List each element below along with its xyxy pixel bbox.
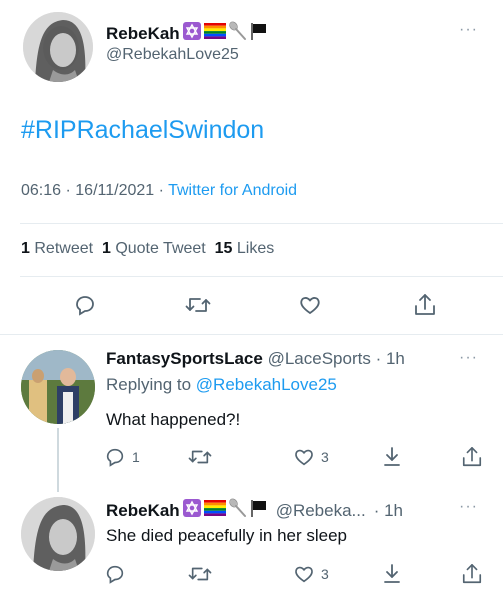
- like-icon[interactable]: [298, 293, 322, 317]
- main-author-avatar[interactable]: [23, 12, 93, 82]
- share-icon[interactable]: [461, 444, 483, 470]
- main-more-options-icon[interactable]: ···: [459, 21, 478, 39]
- time-separator: ·: [65, 182, 71, 199]
- reply-author-avatar[interactable]: [21, 497, 95, 571]
- like-icon: [293, 446, 315, 468]
- quotes-stat[interactable]: 1 Quote Tweet: [102, 240, 206, 257]
- black-flag-emoji-icon: [250, 498, 268, 523]
- like-action[interactable]: 3: [293, 563, 329, 585]
- divider: [20, 276, 503, 277]
- retweets-count: 1: [21, 240, 30, 257]
- reply-author-name[interactable]: FantasySportsLace: [106, 349, 263, 368]
- reply-icon[interactable]: [73, 293, 97, 317]
- replying-to-prefix: Replying to: [106, 375, 192, 394]
- retweet-icon[interactable]: [188, 563, 212, 585]
- spoon-emoji-icon: [228, 498, 248, 523]
- black-flag-emoji-icon: [250, 21, 268, 46]
- retweets-label: Retweet: [34, 240, 94, 257]
- reply-more-options-icon[interactable]: ···: [459, 349, 478, 367]
- bookmark-download-icon[interactable]: [381, 562, 403, 586]
- likes-stat[interactable]: 15 Likes: [215, 240, 275, 257]
- star-of-david-emoji-icon: [182, 21, 202, 46]
- reply-more-options-icon[interactable]: ···: [459, 498, 478, 516]
- divider: [0, 334, 503, 335]
- reply-icon[interactable]: [104, 563, 126, 585]
- share-icon[interactable]: [413, 292, 437, 318]
- divider: [20, 223, 503, 224]
- reply-action[interactable]: 1: [104, 446, 140, 468]
- quotes-label: Quote Tweet: [115, 240, 206, 257]
- date-separator: ·: [158, 182, 164, 199]
- reply-text[interactable]: What happened?!: [106, 410, 240, 430]
- reply-author-name[interactable]: RebeKah: [106, 501, 180, 521]
- like-count: 3: [321, 449, 329, 465]
- star-of-david-emoji-icon: [182, 498, 202, 523]
- main-tweet-text[interactable]: #RIPRachaelSwindon: [21, 116, 264, 145]
- reply-text[interactable]: She died peacefully in her sleep: [106, 526, 347, 546]
- retweets-stat[interactable]: 1 Retweet: [21, 240, 93, 257]
- reply-author-avatar[interactable]: [21, 350, 95, 424]
- tweet-time[interactable]: 06:16: [21, 182, 61, 199]
- likes-label: Likes: [236, 240, 275, 257]
- tweet-stats: 1 Retweet 1 Quote Tweet 15 Likes: [21, 240, 274, 258]
- reply-author-handle[interactable]: @Rebeka...: [276, 501, 366, 521]
- rainbow-flag-emoji-icon: [203, 500, 226, 521]
- spoon-emoji-icon: [228, 21, 248, 46]
- tweet-date[interactable]: 16/11/2021: [75, 182, 154, 199]
- main-author-name[interactable]: RebeKah: [106, 24, 180, 44]
- tweet-source[interactable]: Twitter for Android: [168, 182, 297, 199]
- likes-count: 15: [214, 240, 233, 257]
- retweet-icon[interactable]: [185, 293, 211, 317]
- reply-author-handle[interactable]: @LaceSports: [268, 349, 371, 368]
- reply-thread-line: [57, 428, 59, 492]
- like-count: 3: [321, 566, 329, 582]
- replying-to-handle[interactable]: @RebekahLove25: [196, 375, 337, 394]
- quotes-count: 1: [101, 240, 111, 257]
- reply-timestamp[interactable]: · 1h: [374, 501, 403, 521]
- retweet-icon[interactable]: [188, 446, 212, 468]
- reply-timestamp[interactable]: · 1h: [376, 349, 405, 368]
- share-icon[interactable]: [461, 561, 483, 587]
- bookmark-download-icon[interactable]: [381, 445, 403, 469]
- reply-count: 1: [132, 449, 140, 465]
- rainbow-flag-emoji-icon: [203, 23, 226, 44]
- main-author-handle[interactable]: @RebekahLove25: [106, 46, 239, 64]
- like-action[interactable]: 3: [293, 446, 329, 468]
- like-icon: [293, 563, 315, 585]
- reply-icon: [104, 446, 126, 468]
